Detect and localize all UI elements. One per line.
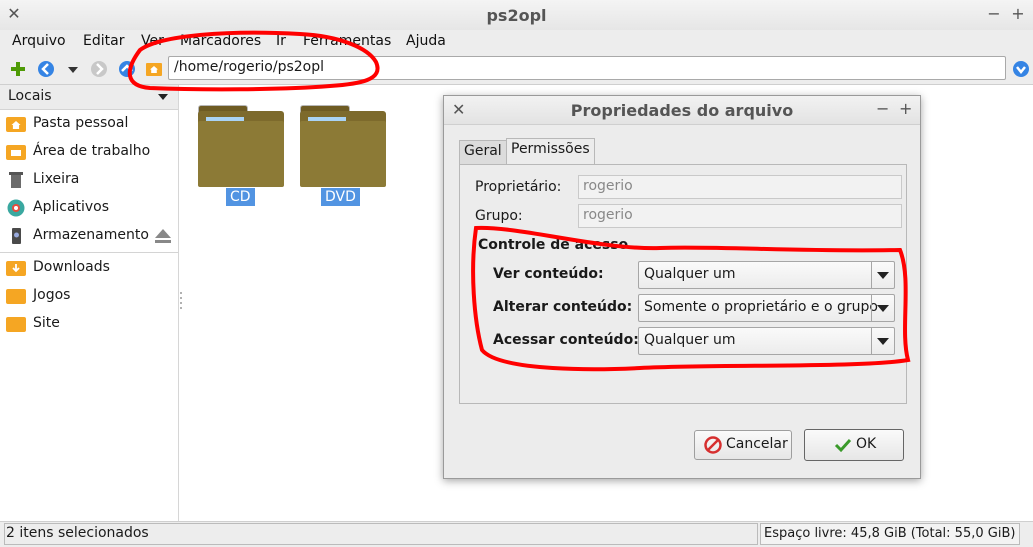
folder-dvd[interactable] <box>300 105 386 187</box>
properties-dialog: ✕ Propriedades do arquivo − + Geral Perm… <box>443 95 921 479</box>
cancel-label: Cancelar <box>726 436 788 452</box>
view-content-label: Ver conteúdo: <box>493 266 604 282</box>
status-bar: 2 itens selecionados Espaço livre: 45,8 … <box>0 521 1033 547</box>
owner-field: rogerio <box>578 175 902 199</box>
sidebar-item-area-de-trabalho[interactable]: Área de trabalho <box>0 139 178 165</box>
desktop-folder-icon <box>6 145 26 160</box>
sidebar: Locais Pasta pessoal Área de trabalho Li… <box>0 85 179 521</box>
title-bar: ✕ ps2opl − + <box>0 0 1033 31</box>
minimize-icon[interactable]: − <box>876 99 889 118</box>
sidebar-divider <box>0 252 178 253</box>
change-content-label: Alterar conteúdo: <box>493 299 633 315</box>
home-folder-icon <box>6 117 26 132</box>
menu-ir[interactable]: Ir <box>276 33 286 49</box>
chevron-down-icon <box>871 295 894 321</box>
sidebar-item-label: Área de trabalho <box>33 143 151 159</box>
group-label: Grupo: <box>475 208 523 224</box>
menu-arquivo[interactable]: Arquivo <box>12 33 66 49</box>
sidebar-item-label: Downloads <box>33 259 110 275</box>
group-value: rogerio <box>583 207 633 223</box>
chevron-down-icon <box>871 262 894 288</box>
menu-bar: Arquivo Editar Ver Marcadores Ir Ferrame… <box>0 30 1033 54</box>
eject-icon[interactable] <box>153 227 173 245</box>
cancel-button[interactable]: Cancelar <box>694 430 792 460</box>
tab-permissoes-label: Permissões <box>511 141 590 157</box>
tab-geral-label: Geral <box>464 143 502 159</box>
change-content-value: Somente o proprietário e o grupo <box>644 299 878 315</box>
dialog-title-bar: ✕ Propriedades do arquivo − + <box>444 96 920 125</box>
view-content-select[interactable]: Qualquer um <box>638 261 895 289</box>
sidebar-item-jogos[interactable]: Jogos <box>0 283 178 309</box>
home-folder-icon[interactable] <box>145 60 163 78</box>
sidebar-item-downloads[interactable]: Downloads <box>0 255 178 281</box>
folder-label-dvd[interactable]: DVD <box>321 188 360 206</box>
menu-editar[interactable]: Editar <box>83 33 124 49</box>
sidebar-item-aplicativos[interactable]: Aplicativos <box>0 195 178 221</box>
up-icon[interactable] <box>118 60 136 78</box>
owner-label: Proprietário: <box>475 179 562 195</box>
back-icon[interactable] <box>37 60 55 78</box>
access-content-label: Acessar conteúdo: <box>493 332 639 348</box>
menu-ver[interactable]: Ver <box>141 33 164 49</box>
status-free-space: Espaço livre: 45,8 GiB (Total: 55,0 GiB) <box>764 526 1016 541</box>
sidebar-header[interactable]: Locais <box>0 85 178 110</box>
sidebar-item-site[interactable]: Site <box>0 311 178 337</box>
folder-icon <box>6 289 26 304</box>
view-content-value: Qualquer um <box>644 266 736 282</box>
access-content-value: Qualquer um <box>644 332 736 348</box>
toolbar: /home/rogerio/ps2opl <box>0 54 1033 85</box>
downloads-folder-icon <box>6 261 26 276</box>
sidebar-item-label: Site <box>33 315 60 331</box>
sidebar-item-label: Aplicativos <box>33 199 110 215</box>
sidebar-item-armazenamento[interactable]: Armazenamento <box>0 223 178 249</box>
maximize-icon[interactable]: + <box>1008 4 1028 24</box>
ok-label: OK <box>856 436 877 452</box>
sidebar-item-label: Armazenamento <box>33 227 149 243</box>
folder-icon <box>6 317 26 332</box>
access-content-select[interactable]: Qualquer um <box>638 327 895 355</box>
maximize-icon[interactable]: + <box>899 99 912 118</box>
sidebar-item-label: Pasta pessoal <box>33 115 129 131</box>
folder-cd[interactable] <box>198 105 284 187</box>
trash-icon <box>9 172 23 188</box>
status-selection: 2 itens selecionados <box>6 525 149 541</box>
storage-icon <box>12 228 21 244</box>
access-control-heading: Controle de acesso <box>478 237 629 253</box>
go-icon[interactable] <box>1012 60 1030 78</box>
history-dropdown-icon[interactable] <box>64 60 82 78</box>
menu-marcadores[interactable]: Marcadores <box>180 33 261 49</box>
folder-label-cd[interactable]: CD <box>226 188 255 206</box>
ok-button[interactable]: OK <box>804 429 904 461</box>
pane-resize-handle[interactable] <box>178 290 184 310</box>
new-tab-icon[interactable] <box>9 60 27 78</box>
checkmark-icon <box>834 438 852 453</box>
sidebar-item-label: Jogos <box>33 287 71 303</box>
sidebar-item-pasta-pessoal[interactable]: Pasta pessoal <box>0 111 178 137</box>
chevron-down-icon <box>871 328 894 354</box>
menu-ferramentas[interactable]: Ferramentas <box>303 33 391 49</box>
menu-ajuda[interactable]: Ajuda <box>406 33 446 49</box>
minimize-icon[interactable]: − <box>984 4 1004 24</box>
change-content-select[interactable]: Somente o proprietário e o grupo <box>638 294 895 322</box>
sidebar-header-label: Locais <box>8 88 52 104</box>
sidebar-item-lixeira[interactable]: Lixeira <box>0 167 178 193</box>
sidebar-item-label: Lixeira <box>33 171 80 187</box>
forward-icon[interactable] <box>90 60 108 78</box>
owner-value: rogerio <box>583 178 633 194</box>
applications-icon <box>7 199 25 217</box>
path-text: /home/rogerio/ps2opl <box>174 59 324 75</box>
path-entry[interactable]: /home/rogerio/ps2opl <box>168 56 1006 80</box>
group-field: rogerio <box>578 204 902 228</box>
dialog-title: Propriedades do arquivo <box>570 101 794 120</box>
window-title: ps2opl <box>486 6 547 25</box>
chevron-down-icon <box>158 94 168 100</box>
status-free-space-box: Espaço livre: 45,8 GiB (Total: 55,0 GiB) <box>760 523 1020 545</box>
cancel-icon <box>704 436 722 454</box>
tab-geral[interactable]: Geral <box>459 140 507 167</box>
